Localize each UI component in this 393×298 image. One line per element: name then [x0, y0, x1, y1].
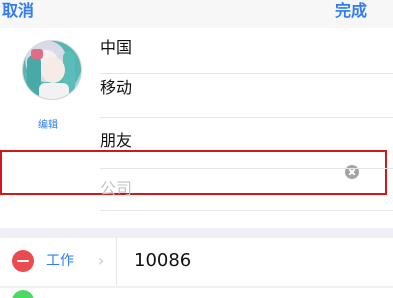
avatar-face [41, 57, 65, 83]
edit-photo-button[interactable]: 编辑 [38, 120, 58, 132]
nickname-field[interactable]: 朋友 [100, 121, 393, 161]
field-divider [100, 117, 393, 118]
cancel-button[interactable]: 取消 [2, 0, 34, 22]
add-icon[interactable] [12, 290, 34, 298]
phone-number-field[interactable]: 10086 [134, 249, 191, 273]
chevron-right-icon: › [98, 251, 105, 270]
avatar-body [39, 83, 69, 99]
field-divider [100, 210, 393, 211]
navigation-bar: 取消 完成 [0, 0, 393, 28]
avatar[interactable] [22, 40, 82, 100]
phone-row: 工作 › 10086 [0, 238, 393, 286]
company-field[interactable]: 公司 [100, 169, 393, 209]
phone-label-selector[interactable]: 工作 [46, 250, 74, 272]
last-name-field[interactable]: 中国 [100, 28, 393, 68]
first-name-field[interactable]: 移动 [100, 68, 393, 108]
add-row [0, 288, 393, 298]
done-button[interactable]: 完成 [335, 0, 367, 22]
contact-edit-screen: 取消 完成 编辑 中国 移动 朋友 公司 工作 › 10086 [0, 0, 393, 298]
remove-icon[interactable] [12, 250, 34, 272]
row-divider [116, 238, 117, 286]
contact-card: 编辑 中国 移动 朋友 公司 [0, 28, 393, 228]
avatar-ribbon [31, 49, 43, 59]
